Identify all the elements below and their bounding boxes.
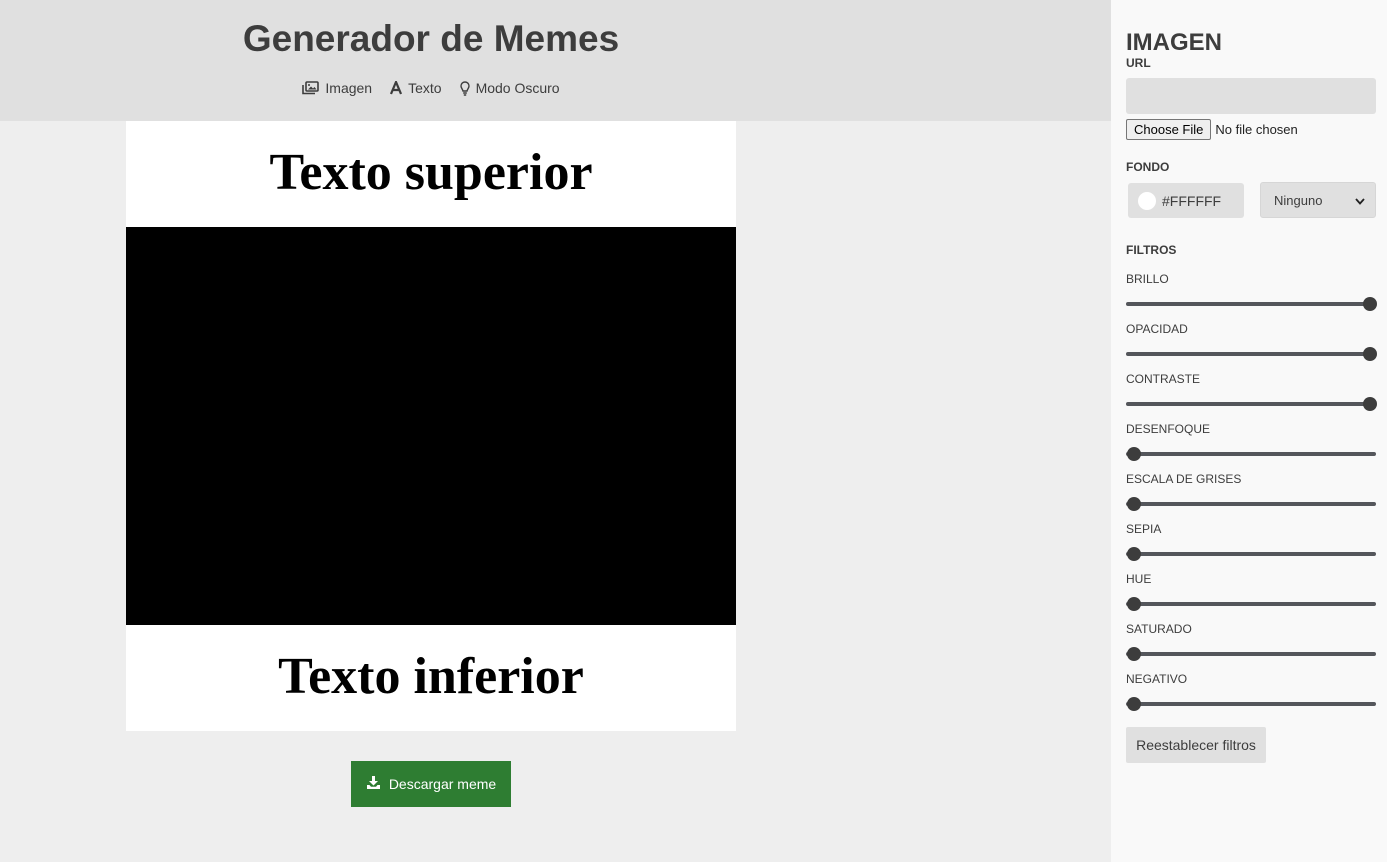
slider-track <box>1126 552 1376 556</box>
slider-track <box>1126 402 1376 406</box>
slider-thumb[interactable] <box>1127 497 1141 511</box>
panel-title: IMAGEN <box>1126 29 1222 56</box>
meme-generator-app: Generador de Memes Imagen Texto Modo Osc… <box>0 0 1387 862</box>
color-swatch <box>1138 191 1156 210</box>
slider-thumb[interactable] <box>1127 597 1141 611</box>
slider-track <box>1126 602 1376 606</box>
nav-texto-label: Texto <box>408 80 442 96</box>
slider-thumb[interactable] <box>1127 697 1141 711</box>
slider-track <box>1126 302 1376 306</box>
file-picker: Choose File No file chosen <box>1126 119 1298 140</box>
nav-imagen[interactable]: Imagen <box>302 78 372 98</box>
background-label: FONDO <box>1126 160 1170 174</box>
filter-label: SATURADO <box>1126 622 1192 636</box>
slider-thumb[interactable] <box>1127 447 1141 461</box>
meme-image <box>126 227 736 625</box>
slider-track <box>1126 352 1376 356</box>
slider-thumb[interactable] <box>1363 397 1377 411</box>
top-nav: Imagen Texto Modo Oscuro <box>0 78 862 98</box>
meme-bottom-text: Texto inferior <box>278 648 584 705</box>
header: Generador de Memes Imagen Texto Modo Osc… <box>0 0 1111 121</box>
slider-thumb[interactable] <box>1127 647 1141 661</box>
filter-label: BRILLO <box>1126 272 1169 286</box>
blend-mode-select[interactable]: Ninguno <box>1260 182 1376 218</box>
lightbulb-icon <box>459 80 470 96</box>
file-status: No file chosen <box>1215 122 1298 137</box>
brillo-slider[interactable] <box>1126 297 1377 311</box>
filter-label: ESCALA DE GRISES <box>1126 472 1242 486</box>
slider-track <box>1126 452 1376 456</box>
url-input[interactable] <box>1126 78 1376 114</box>
slider-thumb[interactable] <box>1127 547 1141 561</box>
meme-canvas: Texto superior Texto inferior <box>126 121 736 731</box>
image-panel: IMAGEN URL Choose File No file chosen FO… <box>1111 0 1387 862</box>
slider-track <box>1126 652 1376 656</box>
nav-imagen-label: Imagen <box>325 80 373 96</box>
nav-modo-oscuro[interactable]: Modo Oscuro <box>459 78 560 98</box>
choose-file-button[interactable]: Choose File <box>1126 119 1212 140</box>
opacidad-slider[interactable] <box>1126 347 1377 361</box>
negativo-slider[interactable] <box>1126 697 1376 711</box>
filter-label: DESENFOQUE <box>1126 422 1211 436</box>
font-icon <box>390 81 403 95</box>
saturado-slider[interactable] <box>1126 647 1376 661</box>
chevron-down-icon <box>1355 193 1365 208</box>
reset-filters-button[interactable]: Reestablecer filtros <box>1126 727 1266 763</box>
url-label: URL <box>1126 56 1151 70</box>
page-title: Generador de Memes <box>242 18 620 59</box>
meme-top-text: Texto superior <box>269 144 593 201</box>
background-color-value: #FFFFFF <box>1162 192 1222 209</box>
escala-de-grises-slider[interactable] <box>1126 497 1376 511</box>
slider-thumb[interactable] <box>1363 347 1377 361</box>
slider-track <box>1126 702 1376 706</box>
slider-track <box>1126 502 1376 506</box>
desenfoque-slider[interactable] <box>1126 447 1376 461</box>
filter-label: OPACIDAD <box>1126 322 1188 336</box>
filters-label: FILTROS <box>1126 243 1177 257</box>
hue-slider[interactable] <box>1126 597 1376 611</box>
filter-label: CONTRASTE <box>1126 372 1201 386</box>
nav-modo-oscuro-label: Modo Oscuro <box>475 80 560 96</box>
download-icon <box>366 775 381 793</box>
slider-thumb[interactable] <box>1363 297 1377 311</box>
background-color-picker[interactable]: #FFFFFF <box>1128 183 1244 218</box>
filter-label: NEGATIVO <box>1126 672 1188 686</box>
download-label: Descargar meme <box>388 776 497 792</box>
images-icon <box>302 81 320 95</box>
filter-label: SEPIA <box>1126 522 1162 536</box>
blend-mode-value: Ninguno <box>1274 192 1323 208</box>
sepia-slider[interactable] <box>1126 547 1376 561</box>
nav-texto[interactable]: Texto <box>390 78 442 98</box>
contraste-slider[interactable] <box>1126 397 1377 411</box>
filter-label: HUE <box>1126 572 1152 586</box>
download-meme-button[interactable]: Descargar meme <box>351 761 511 807</box>
